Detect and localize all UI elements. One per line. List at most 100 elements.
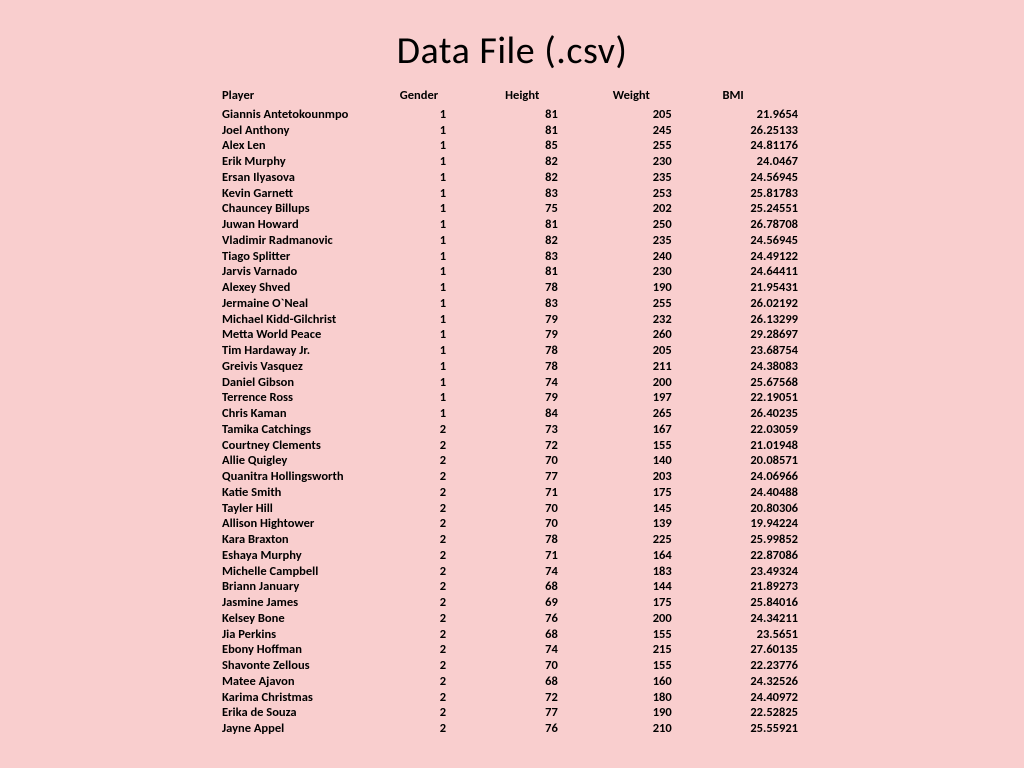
cell-gender: 1 [400,327,505,343]
cell-bmi: 21.95431 [722,280,802,296]
cell-weight: 180 [613,690,723,706]
cell-gender: 2 [400,453,505,469]
cell-height: 82 [505,233,613,249]
cell-player: Jarvis Varnado [222,264,400,280]
cell-weight: 200 [613,611,723,627]
cell-player: Jasmine James [222,595,400,611]
cell-weight: 155 [613,627,723,643]
cell-bmi: 21.89273 [722,579,802,595]
cell-bmi: 24.56945 [722,233,802,249]
table-row: Terrence Ross17919722.19051 [222,390,802,406]
table-row: Shavonte Zellous27015522.23776 [222,658,802,674]
table-row: Karima Christmas27218024.40972 [222,690,802,706]
cell-height: 82 [505,154,613,170]
cell-gender: 1 [400,138,505,154]
cell-weight: 145 [613,501,723,517]
table-row: Vladimir Radmanovic18223524.56945 [222,233,802,249]
cell-bmi: 26.78708 [722,217,802,233]
table-row: Jia Perkins26815523.5651 [222,627,802,643]
cell-weight: 255 [613,138,723,154]
col-header-bmi: BMI [722,88,802,107]
cell-bmi: 23.68754 [722,343,802,359]
table-row: Alexey Shved17819021.95431 [222,280,802,296]
cell-gender: 2 [400,548,505,564]
table-row: Michelle Campbell27418323.49324 [222,564,802,580]
cell-weight: 253 [613,186,723,202]
cell-weight: 167 [613,422,723,438]
table-row: Greivis Vasquez17821124.38083 [222,359,802,375]
cell-gender: 2 [400,564,505,580]
cell-height: 78 [505,532,613,548]
table-row: Courtney Clements27215521.01948 [222,438,802,454]
cell-player: Allie Quigley [222,453,400,469]
table-row: Quanitra Hollingsworth27720324.06966 [222,469,802,485]
cell-gender: 1 [400,296,505,312]
cell-height: 74 [505,564,613,580]
cell-weight: 202 [613,201,723,217]
table-row: Jasmine James26917525.84016 [222,595,802,611]
cell-height: 78 [505,343,613,359]
cell-player: Quanitra Hollingsworth [222,469,400,485]
cell-weight: 139 [613,516,723,532]
cell-player: Chauncey Billups [222,201,400,217]
cell-weight: 211 [613,359,723,375]
cell-height: 71 [505,548,613,564]
cell-height: 81 [505,217,613,233]
cell-player: Briann January [222,579,400,595]
cell-height: 81 [505,264,613,280]
col-header-gender: Gender [400,88,505,107]
cell-bmi: 24.56945 [722,170,802,186]
cell-weight: 175 [613,485,723,501]
cell-player: Joel Anthony [222,123,400,139]
cell-weight: 230 [613,154,723,170]
cell-gender: 1 [400,201,505,217]
cell-weight: 155 [613,658,723,674]
cell-bmi: 25.99852 [722,532,802,548]
cell-player: Alex Len [222,138,400,154]
cell-bmi: 26.13299 [722,312,802,328]
cell-gender: 2 [400,595,505,611]
cell-player: Ersan Ilyasova [222,170,400,186]
cell-gender: 2 [400,485,505,501]
cell-weight: 164 [613,548,723,564]
cell-bmi: 26.02192 [722,296,802,312]
cell-height: 70 [505,453,613,469]
cell-player: Matee Ajavon [222,674,400,690]
cell-bmi: 22.52825 [722,705,802,721]
cell-bmi: 22.19051 [722,390,802,406]
cell-player: Chris Kaman [222,406,400,422]
table-row: Michael Kidd-Gilchrist17923226.13299 [222,312,802,328]
cell-gender: 1 [400,154,505,170]
table-row: Tamika Catchings27316722.03059 [222,422,802,438]
cell-bmi: 25.24551 [722,201,802,217]
cell-bmi: 25.55921 [722,721,802,737]
cell-height: 68 [505,627,613,643]
cell-weight: 205 [613,107,723,123]
cell-gender: 2 [400,611,505,627]
cell-bmi: 22.87086 [722,548,802,564]
cell-height: 79 [505,327,613,343]
cell-bmi: 27.60135 [722,642,802,658]
cell-bmi: 22.23776 [722,658,802,674]
table-body: Giannis Antetokounmpo18120521.9654Joel A… [222,107,802,737]
cell-weight: 200 [613,375,723,391]
cell-height: 69 [505,595,613,611]
cell-height: 81 [505,123,613,139]
cell-weight: 235 [613,233,723,249]
cell-gender: 1 [400,359,505,375]
table-row: Erik Murphy18223024.0467 [222,154,802,170]
table-row: Joel Anthony18124526.25133 [222,123,802,139]
cell-player: Metta World Peace [222,327,400,343]
cell-bmi: 29.28697 [722,327,802,343]
table-row: Allie Quigley27014020.08571 [222,453,802,469]
cell-height: 68 [505,579,613,595]
data-table-wrap: Player Gender Height Weight BMI Giannis … [222,88,802,737]
cell-height: 82 [505,170,613,186]
cell-weight: 197 [613,390,723,406]
cell-gender: 1 [400,375,505,391]
cell-height: 70 [505,501,613,517]
cell-player: Karima Christmas [222,690,400,706]
cell-weight: 245 [613,123,723,139]
cell-bmi: 24.06966 [722,469,802,485]
table-row: Eshaya Murphy27116422.87086 [222,548,802,564]
